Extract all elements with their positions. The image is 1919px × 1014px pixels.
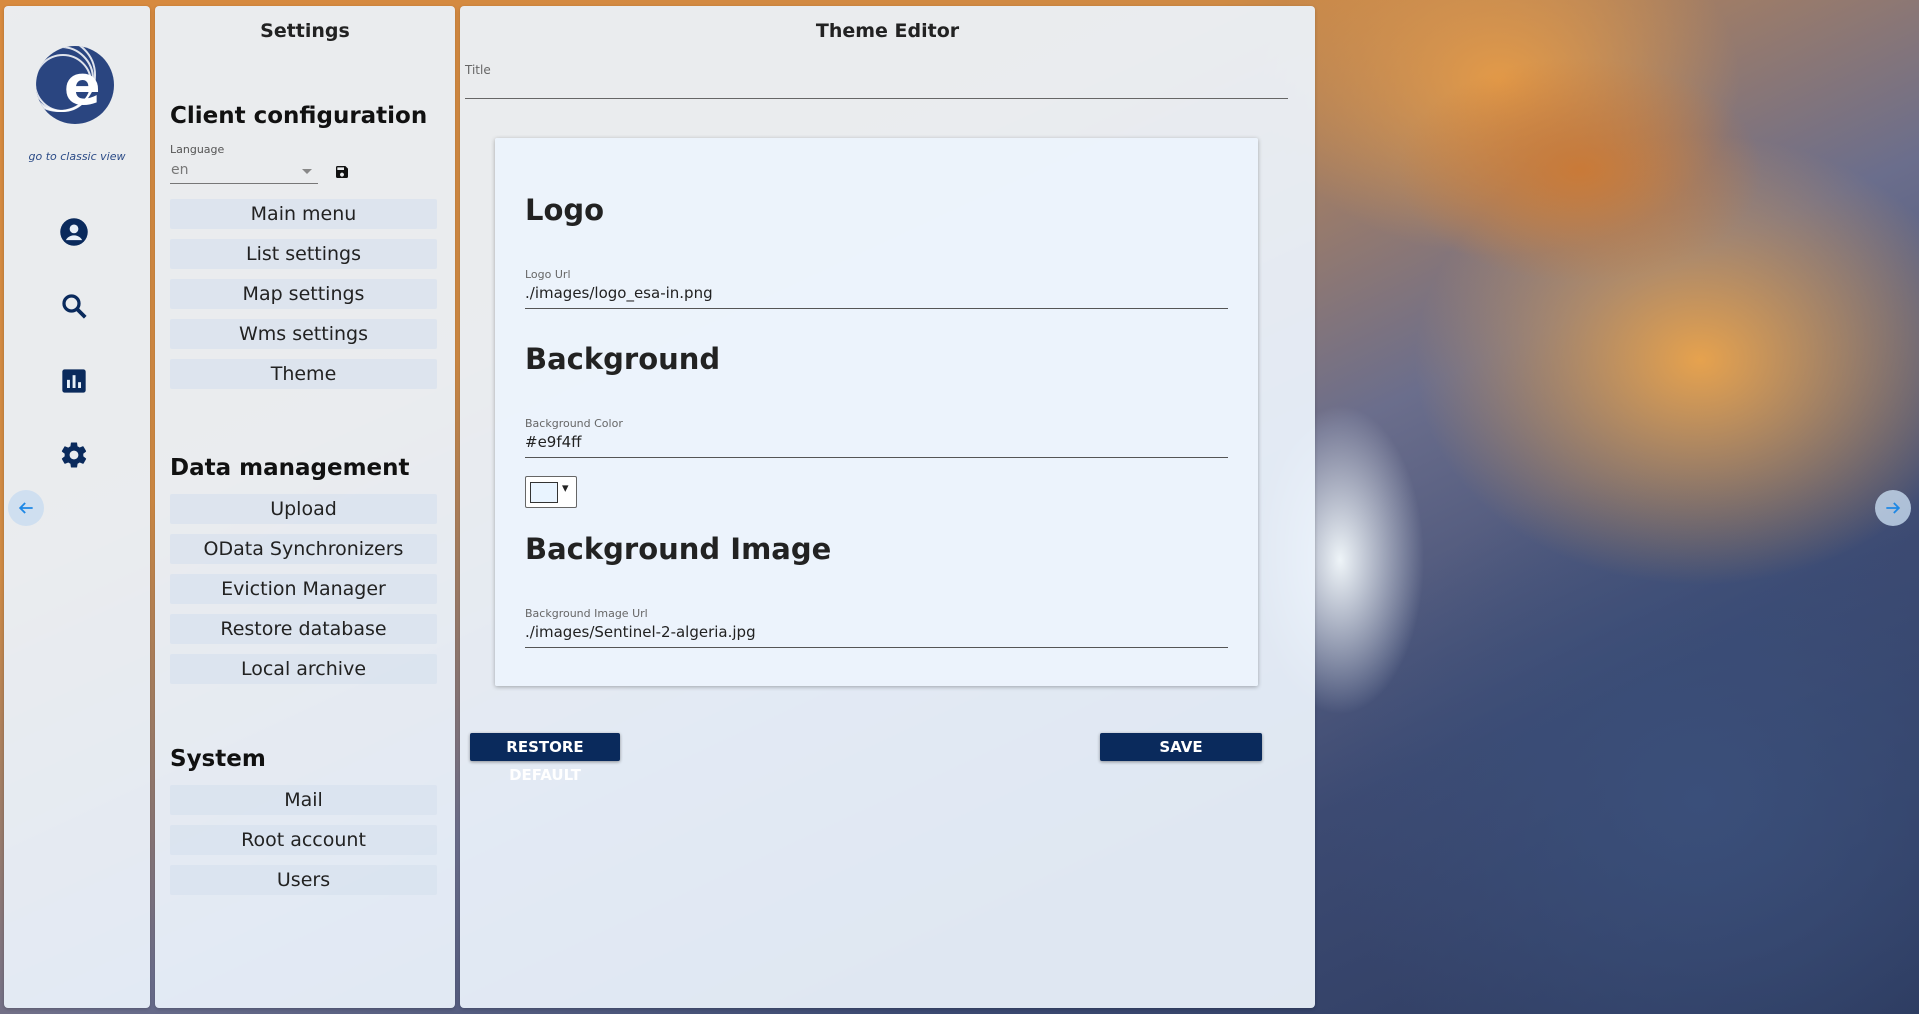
title-input[interactable]	[465, 98, 1288, 99]
editor-title: Theme Editor	[815, 20, 960, 42]
background-color-label: Background Color	[525, 417, 623, 430]
background-image-url-input[interactable]: ./images/Sentinel-2-algeria.jpg	[525, 623, 756, 641]
expand-right-button[interactable]	[1875, 490, 1911, 526]
menu-item-restore-database[interactable]: Restore database	[170, 614, 437, 644]
menu-item-users[interactable]: Users	[170, 865, 437, 895]
title-field-label: Title	[465, 63, 491, 77]
menu-item-mail[interactable]: Mail	[170, 785, 437, 815]
classic-view-link[interactable]: go to classic view	[4, 150, 150, 163]
settings-title: Settings	[260, 20, 350, 42]
account-circle-icon[interactable]	[58, 216, 90, 248]
chevron-down-icon	[302, 169, 312, 174]
chart-icon[interactable]	[58, 365, 90, 397]
menu-item-wms-settings[interactable]: Wms settings	[170, 319, 437, 349]
restore-default-button[interactable]: RESTORE DEFAULT	[470, 733, 620, 784]
background-image-heading: Background Image	[525, 532, 832, 566]
background-image-url-label: Background Image Url	[525, 607, 648, 620]
background-color-input[interactable]: #e9f4ff	[525, 433, 582, 451]
logo-url-label: Logo Url	[525, 268, 571, 281]
save-button[interactable]: SAVE	[1100, 733, 1262, 761]
logo-url-underline	[525, 308, 1228, 309]
gear-icon[interactable]	[58, 439, 90, 471]
menu-item-list-settings[interactable]: List settings	[170, 239, 437, 269]
background-image-url-underline	[525, 647, 1228, 648]
menu-item-upload[interactable]: Upload	[170, 494, 437, 524]
language-label: Language	[170, 143, 225, 156]
language-value: en	[171, 162, 189, 178]
logo-url-input[interactable]: ./images/logo_esa-in.png	[525, 284, 713, 302]
menu-item-eviction-manager[interactable]: Eviction Manager	[170, 574, 437, 604]
caret-down-icon: ▾	[562, 481, 569, 496]
arrow-right-icon	[1886, 502, 1901, 514]
collapse-left-button[interactable]	[8, 490, 44, 526]
language-select[interactable]: en	[170, 159, 318, 184]
theme-editor-panel: Theme Editor Title Logo Logo Url ./image…	[460, 6, 1315, 1008]
background-heading: Background	[525, 342, 721, 376]
save-language-icon[interactable]	[334, 164, 350, 180]
logo-heading: Logo	[525, 193, 605, 227]
menu-item-map-settings[interactable]: Map settings	[170, 279, 437, 309]
menu-item-odata-synchronizers[interactable]: OData Synchronizers	[170, 534, 437, 564]
data-management-heading: Data management	[170, 455, 410, 481]
arrow-left-icon	[18, 502, 33, 514]
client-config-heading: Client configuration	[170, 103, 428, 129]
menu-item-root-account[interactable]: Root account	[170, 825, 437, 855]
background-color-underline	[525, 457, 1228, 458]
menu-item-theme[interactable]: Theme	[170, 359, 437, 389]
color-picker-button[interactable]: ▾	[525, 476, 577, 508]
left-rail: e go to classic view	[4, 6, 150, 1008]
theme-card: Logo Logo Url ./images/logo_esa-in.png B…	[495, 138, 1258, 686]
system-heading: System	[170, 746, 266, 772]
esa-logo: e	[36, 46, 114, 124]
search-icon[interactable]	[58, 290, 90, 322]
menu-item-main-menu[interactable]: Main menu	[170, 199, 437, 229]
menu-item-local-archive[interactable]: Local archive	[170, 654, 437, 684]
color-swatch	[530, 482, 558, 503]
settings-panel: Settings Client configuration Language e…	[155, 6, 455, 1008]
